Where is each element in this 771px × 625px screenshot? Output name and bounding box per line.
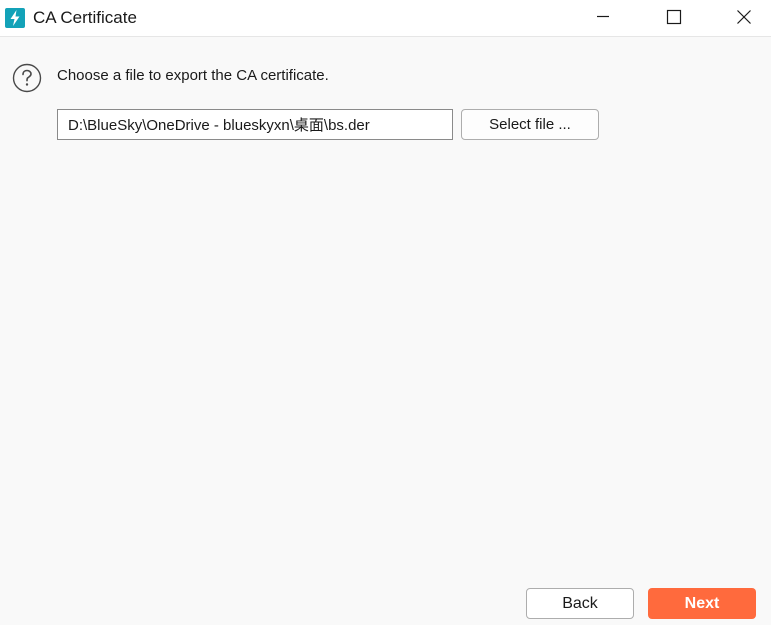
title-bar[interactable]: CA Certificate <box>0 0 771 37</box>
next-button[interactable]: Next <box>648 588 756 619</box>
minimize-button[interactable] <box>580 0 626 34</box>
minimize-icon <box>580 9 626 23</box>
lightning-bolt-icon <box>5 8 25 28</box>
window-title: CA Certificate <box>33 8 137 27</box>
ca-certificate-dialog: CA Certificate Choose a file to export t… <box>0 0 771 625</box>
question-circle-icon <box>12 63 42 93</box>
export-prompt: Choose a file to export the CA certifica… <box>57 67 329 84</box>
close-icon <box>721 9 767 25</box>
back-button[interactable]: Back <box>526 588 634 619</box>
maximize-button[interactable] <box>651 0 697 34</box>
maximize-icon <box>651 9 697 25</box>
close-button[interactable] <box>721 0 767 34</box>
file-path-input[interactable] <box>57 109 453 140</box>
select-file-button[interactable]: Select file ... <box>461 109 599 140</box>
